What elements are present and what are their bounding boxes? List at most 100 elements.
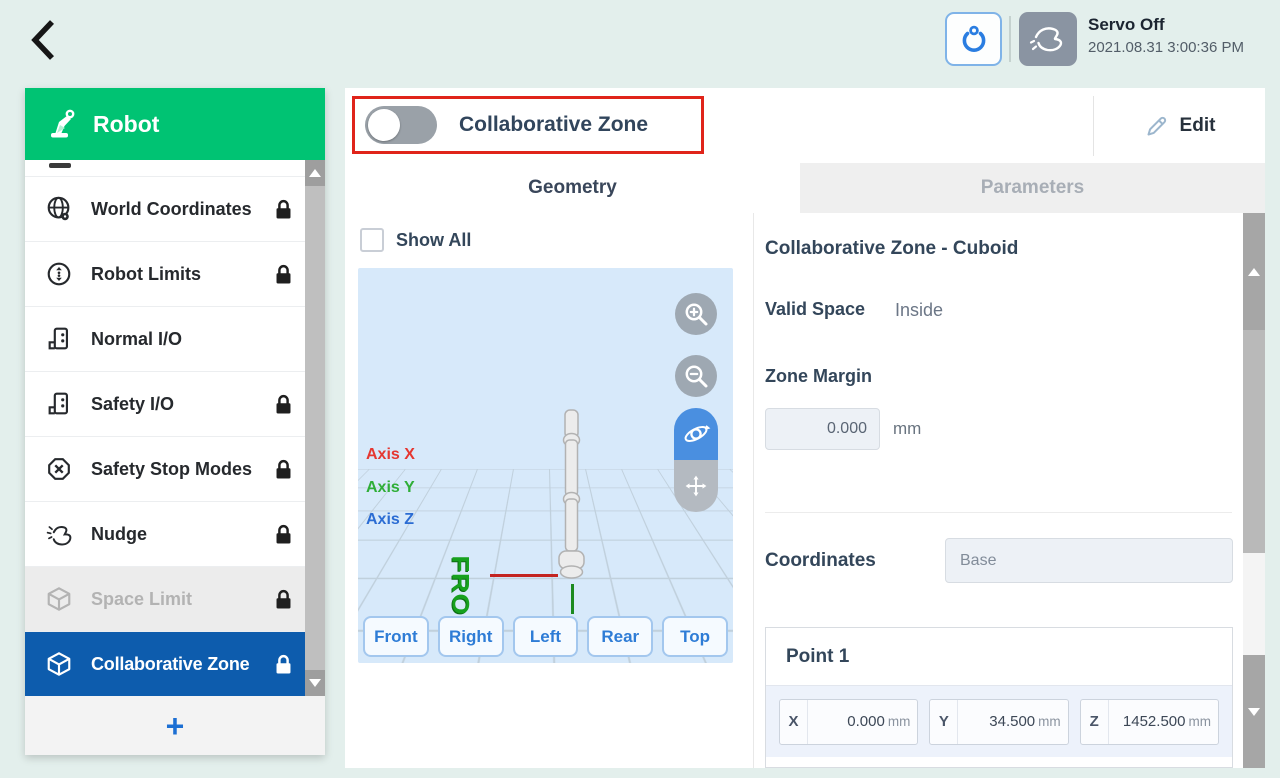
show-all-label: Show All bbox=[396, 230, 471, 251]
properties-scrollbar[interactable] bbox=[1243, 213, 1265, 768]
zone-header: Collaborative Zone Edit bbox=[345, 88, 1265, 163]
robot-3d-viewer[interactable]: Axis X Axis Y Axis Z FRONT bbox=[358, 268, 733, 663]
limits-icon bbox=[45, 260, 73, 288]
topbar-divider bbox=[1009, 16, 1011, 62]
pan-view-button[interactable] bbox=[674, 460, 718, 512]
move-icon bbox=[683, 473, 709, 499]
unit-label: mm bbox=[1188, 714, 1211, 729]
scrollbar-track[interactable] bbox=[1243, 553, 1265, 655]
arrow-up-icon bbox=[1248, 268, 1260, 276]
axis-y-label: Axis Y bbox=[366, 479, 415, 497]
view-top-button[interactable]: Top bbox=[662, 616, 728, 657]
robot-arm-icon bbox=[45, 107, 79, 141]
point-y-field[interactable]: Y 34.500 mm bbox=[929, 699, 1068, 745]
stop-octagon-icon bbox=[45, 455, 73, 483]
view-rear-button[interactable]: Rear bbox=[587, 616, 653, 657]
collaborative-zone-toggle[interactable] bbox=[365, 106, 437, 144]
toggle-knob bbox=[368, 109, 400, 141]
point-x-value: 0.000 bbox=[808, 713, 885, 730]
back-button[interactable] bbox=[24, 12, 72, 68]
arrow-down-icon bbox=[1248, 708, 1260, 716]
scroll-up-button[interactable] bbox=[1243, 213, 1265, 330]
lock-icon bbox=[272, 458, 295, 481]
cube-icon bbox=[45, 585, 73, 613]
scrollbar-thumb[interactable] bbox=[1243, 330, 1265, 553]
robot-model bbox=[536, 406, 606, 591]
valid-space-value: Inside bbox=[895, 300, 943, 321]
arrow-down-icon bbox=[309, 679, 321, 687]
lock-icon bbox=[272, 653, 295, 676]
zone-margin-label: Zone Margin bbox=[765, 366, 872, 387]
point-z-field[interactable]: Z 1452.500 mm bbox=[1080, 699, 1219, 745]
zoom-out-button[interactable] bbox=[675, 355, 717, 397]
scrolled-item-fragment bbox=[25, 160, 325, 177]
tab-bar: Geometry Parameters bbox=[345, 163, 1265, 213]
edit-button[interactable]: Edit bbox=[1094, 88, 1265, 163]
axis-x-label: Axis X bbox=[366, 446, 415, 464]
sidebar-item-label: Robot Limits bbox=[91, 264, 254, 285]
nudge-hand-icon bbox=[45, 520, 73, 548]
scroll-down-button[interactable] bbox=[305, 670, 325, 696]
scroll-up-button[interactable] bbox=[305, 160, 325, 186]
sidebar-item-safety-io[interactable]: Safety I/O bbox=[25, 372, 325, 437]
servo-status: Servo Off bbox=[1088, 15, 1244, 35]
unit-label: mm bbox=[888, 714, 911, 729]
zoom-out-icon bbox=[681, 361, 711, 391]
tab-parameters[interactable]: Parameters bbox=[800, 163, 1265, 213]
view-right-button[interactable]: Right bbox=[438, 616, 504, 657]
zoom-in-button[interactable] bbox=[675, 293, 717, 335]
sidebar-item-collaborative-zone[interactable]: Collaborative Zone bbox=[25, 632, 325, 697]
section-divider bbox=[765, 512, 1232, 513]
servo-hand-button[interactable] bbox=[1019, 12, 1077, 66]
sidebar-item-label: Collaborative Zone bbox=[91, 654, 254, 675]
scroll-down-button[interactable] bbox=[1243, 655, 1265, 768]
rotate-view-button[interactable] bbox=[674, 408, 718, 460]
show-all-checkbox[interactable] bbox=[360, 228, 384, 252]
lock-icon bbox=[272, 198, 295, 221]
unit-label: mm bbox=[1038, 714, 1061, 729]
view-buttons: Front Right Left Rear Top bbox=[363, 616, 728, 657]
lock-icon bbox=[272, 263, 295, 286]
view-left-button[interactable]: Left bbox=[513, 616, 579, 657]
add-item-button[interactable]: + bbox=[25, 696, 325, 755]
highlight-red-box: Collaborative Zone bbox=[352, 96, 704, 154]
sidebar-item-world-coordinates[interactable]: World Coordinates bbox=[25, 177, 325, 242]
lock-icon bbox=[272, 393, 295, 416]
arrow-up-icon bbox=[309, 169, 321, 177]
sidebar-scrollbar[interactable] bbox=[305, 160, 325, 696]
sidebar-item-robot-limits[interactable]: Robot Limits bbox=[25, 242, 325, 307]
point-y-value: 34.500 bbox=[958, 713, 1035, 730]
hand-icon bbox=[1028, 21, 1068, 57]
gripper-cockpit-button[interactable] bbox=[945, 12, 1002, 66]
column-divider bbox=[753, 213, 754, 768]
view-front-button[interactable]: Front bbox=[363, 616, 429, 657]
point-x-field[interactable]: X 0.000 mm bbox=[779, 699, 918, 745]
sidebar-item-label: Safety Stop Modes bbox=[91, 459, 254, 480]
sidebar-item-label: World Coordinates bbox=[91, 199, 254, 220]
zone-margin-input[interactable] bbox=[765, 408, 880, 450]
sidebar-item-normal-io[interactable]: Normal I/O bbox=[25, 307, 325, 372]
servo-status-block: Servo Off 2021.08.31 3:00:36 PM bbox=[1088, 15, 1244, 56]
point-1-title: Point 1 bbox=[766, 628, 1232, 685]
lock-icon bbox=[272, 588, 295, 611]
zone-type-title: Collaborative Zone - Cuboid bbox=[765, 238, 1018, 260]
sidebar-item-safety-stop-modes[interactable]: Safety Stop Modes bbox=[25, 437, 325, 502]
sidebar-item-label: Space Limit bbox=[91, 589, 254, 610]
axis-letter: X bbox=[780, 700, 808, 744]
show-all-row: Show All bbox=[360, 228, 471, 252]
sidebar-item-label: Nudge bbox=[91, 524, 254, 545]
axis-z-label: Axis Z bbox=[366, 511, 414, 529]
sidebar-item-nudge[interactable]: Nudge bbox=[25, 502, 325, 567]
sidebar-header[interactable]: Robot bbox=[25, 88, 325, 160]
view-control-capsule bbox=[674, 408, 718, 512]
io-icon bbox=[45, 325, 73, 353]
point-z-value: 1452.500 bbox=[1109, 713, 1186, 730]
coordinates-select[interactable]: Base bbox=[945, 538, 1233, 583]
tab-geometry[interactable]: Geometry bbox=[345, 163, 800, 213]
sidebar-item-space-limit[interactable]: Space Limit bbox=[25, 567, 325, 632]
edit-label: Edit bbox=[1180, 115, 1216, 137]
axis-letter: Z bbox=[1081, 700, 1109, 744]
valid-space-label: Valid Space bbox=[765, 299, 865, 320]
lock-icon bbox=[272, 523, 295, 546]
sidebar: Robot World Coordinates Robot Limits Nor… bbox=[25, 88, 325, 755]
